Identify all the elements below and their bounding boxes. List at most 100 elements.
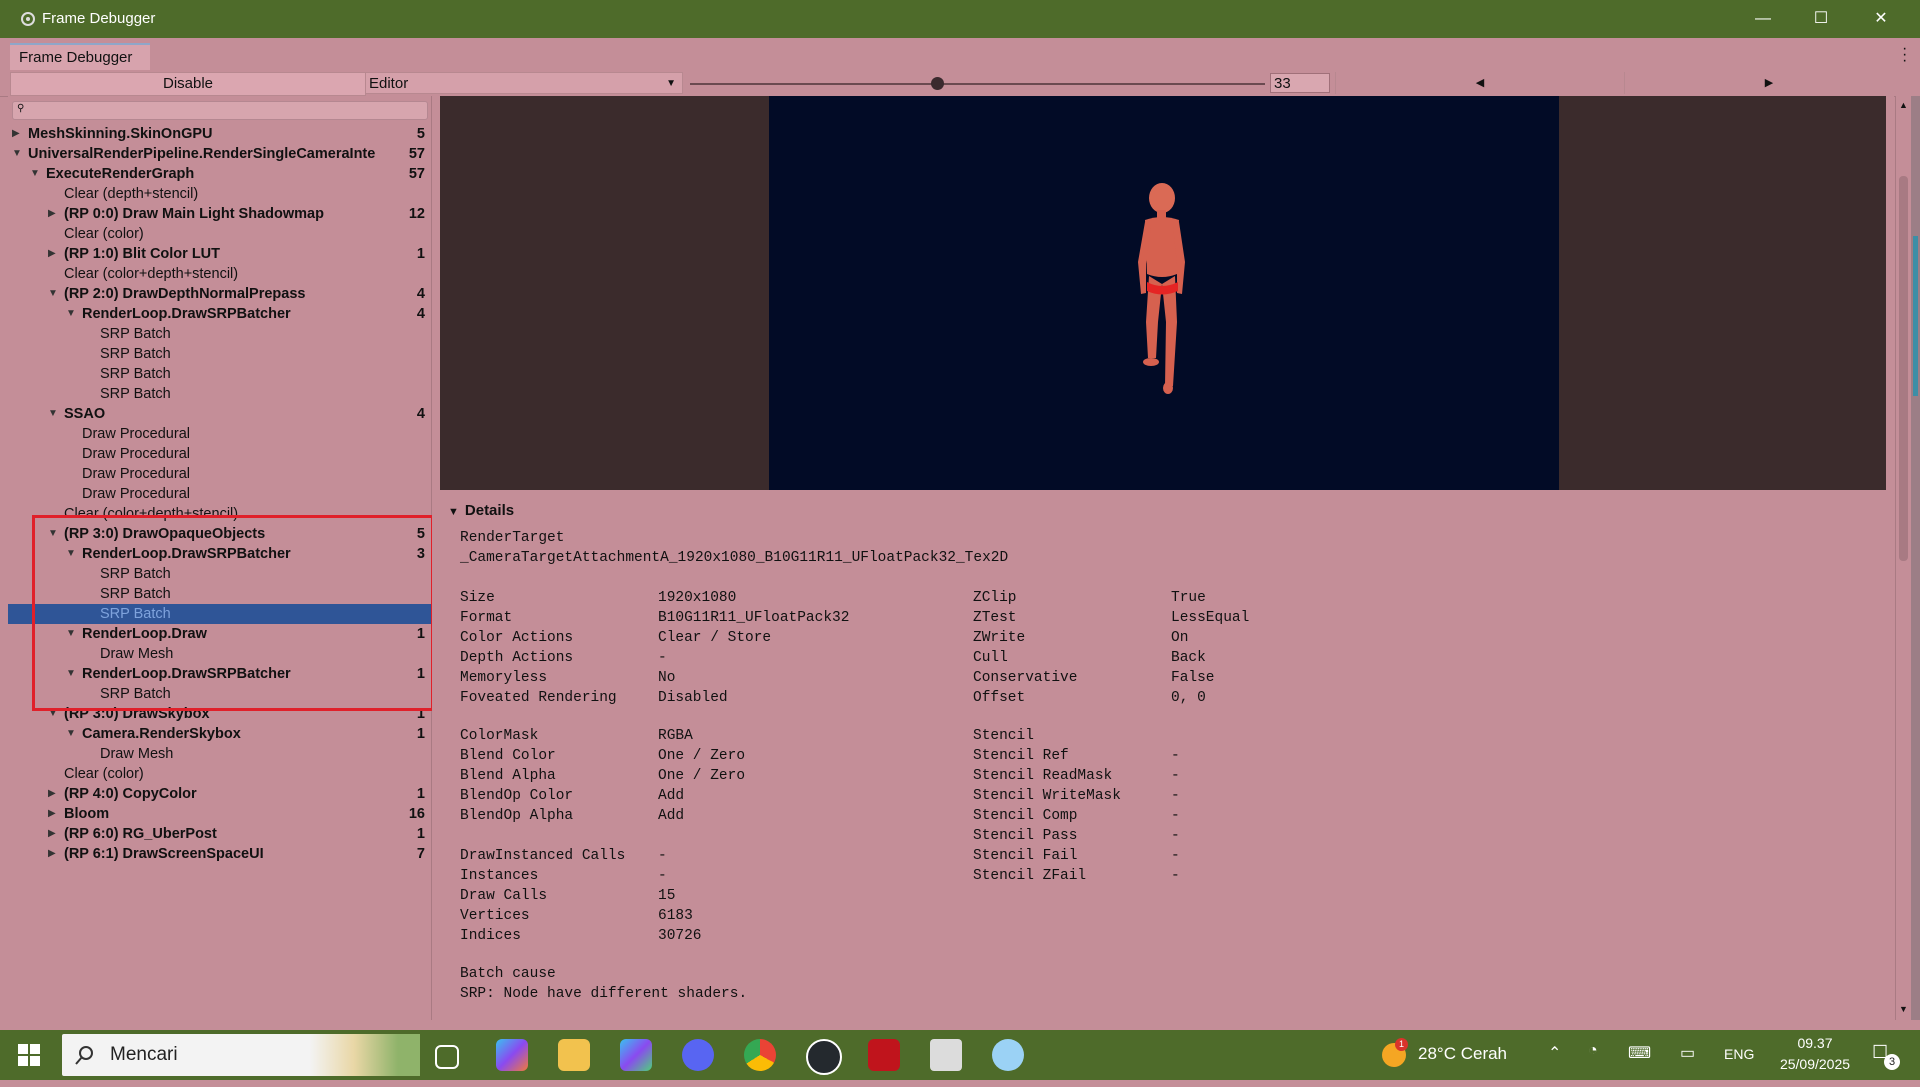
keyboard-icon[interactable]: ⌨ (1628, 1043, 1651, 1063)
property-label: Conservative (973, 670, 1078, 686)
close-button[interactable]: ✕ (1852, 0, 1910, 38)
arrow-right-icon: ▶ (1764, 77, 1774, 89)
game-viewport (769, 96, 1559, 490)
expand-down-icon[interactable]: ▼ (48, 284, 62, 304)
tree-row[interactable]: ▶ MeshSkinning.SkinOnGPU 5 (8, 124, 431, 144)
expand-down-icon[interactable]: ▼ (12, 144, 26, 164)
property-label: Instances (460, 868, 539, 884)
tree-row-label: SRP Batch (100, 366, 171, 382)
tree-row[interactable]: SRP Batch (8, 324, 431, 344)
minimize-button[interactable]: — (1734, 0, 1792, 38)
tree-row[interactable]: ▼ ExecuteRenderGraph 57 (8, 164, 431, 184)
tree-row-count: 12 (408, 206, 425, 222)
weather-text[interactable]: 28°C Cerah (1418, 1044, 1507, 1064)
weather-badge: 1 (1395, 1038, 1408, 1051)
tree-row[interactable]: ▶ (RP 4:0) CopyColor 1 (8, 784, 431, 804)
tree-row[interactable]: Clear (color+depth+stencil) (8, 264, 431, 284)
property-value: True (1171, 590, 1206, 606)
next-event-button[interactable]: ▶ (1624, 72, 1913, 94)
target-dropdown[interactable]: Editor ▼ (365, 72, 683, 94)
maximize-button[interactable]: ☐ (1792, 0, 1850, 38)
tree-row[interactable]: ▶ (RP 6:1) DrawScreenSpaceUI 7 (8, 844, 431, 864)
disable-button[interactable]: Disable (10, 72, 366, 96)
tree-row[interactable]: SRP Batch (8, 384, 431, 404)
scrollbar-thumb[interactable] (1899, 176, 1908, 561)
unity-taskbar-icon[interactable] (930, 1039, 962, 1071)
search-input[interactable]: ⚲ (12, 101, 428, 120)
tree-row[interactable]: ▼ RenderLoop.DrawSRPBatcher 4 (8, 304, 431, 324)
search-highlight-illustration (310, 1034, 420, 1076)
tree-row[interactable]: ▶ (RP 6:0) RG_UberPost 1 (8, 824, 431, 844)
expand-right-icon[interactable]: ▶ (12, 124, 26, 144)
scroll-down-icon[interactable]: ▼ (1899, 1004, 1908, 1014)
tree-row[interactable]: ▼ UniversalRenderPipeline.RenderSingleCam… (8, 144, 431, 164)
tree-row[interactable]: ▼ Camera.RenderSkybox 1 (8, 724, 431, 744)
tree-row-count: 57 (408, 146, 425, 162)
vertical-scrollbar[interactable]: ▲ ▼ (1895, 96, 1912, 1020)
tree-row[interactable]: SRP Batch (8, 364, 431, 384)
taskbar-search[interactable]: Mencari (62, 1034, 420, 1076)
clock-time[interactable]: 09.37 (1770, 1035, 1860, 1051)
property-label: ZClip (973, 590, 1017, 606)
expand-right-icon[interactable]: ▶ (48, 244, 62, 264)
unity-icon (21, 12, 35, 26)
tree-row[interactable]: ▶ (RP 1:0) Blit Color LUT 1 (8, 244, 431, 264)
expand-down-icon[interactable]: ▼ (48, 404, 62, 424)
tree-row-label: Draw Procedural (82, 486, 190, 502)
property-label: Stencil Ref (973, 748, 1069, 764)
tree-row[interactable]: Draw Procedural (8, 444, 431, 464)
frame-number-field[interactable]: 33 (1270, 73, 1330, 93)
property-label: Indices (460, 928, 521, 944)
expand-right-icon[interactable]: ▶ (48, 204, 62, 224)
tree-row[interactable]: Clear (color) (8, 764, 431, 784)
tree-row[interactable]: Clear (color) (8, 224, 431, 244)
expand-down-icon[interactable]: ▼ (66, 724, 80, 744)
property-value: One / Zero (658, 768, 746, 784)
tree-row[interactable]: ▼ SSAO 4 (8, 404, 431, 424)
language-indicator[interactable]: ENG (1724, 1046, 1754, 1062)
chevron-up-icon[interactable]: ⌃ (1548, 1043, 1561, 1063)
wifi-icon[interactable]: ◔ (1588, 1042, 1598, 1060)
tree-row-label: (RP 0:0) Draw Main Light Shadowmap (64, 206, 324, 222)
display-icon[interactable]: ▭ (1680, 1043, 1695, 1063)
frame-slider-thumb[interactable] (931, 77, 945, 90)
tree-row-count: 57 (408, 166, 425, 182)
copilot-icon[interactable] (496, 1039, 528, 1071)
frame-slider-track[interactable] (690, 83, 1265, 85)
arrow-left-icon: ◀ (1475, 77, 1485, 89)
paint-icon[interactable] (992, 1039, 1024, 1071)
tree-row[interactable]: Draw Procedural (8, 484, 431, 504)
tab-frame-debugger[interactable]: Frame Debugger (10, 43, 151, 72)
scroll-up-icon[interactable]: ▲ (1899, 100, 1908, 110)
tree-row[interactable]: Clear (depth+stencil) (8, 184, 431, 204)
start-button[interactable] (0, 1030, 58, 1080)
more-options-icon[interactable]: · · · (1902, 41, 1907, 69)
tree-row[interactable]: ▶ Bloom 16 (8, 804, 431, 824)
expand-down-icon[interactable]: ▼ (66, 304, 80, 324)
expand-right-icon[interactable]: ▶ (48, 844, 62, 864)
expand-down-icon[interactable]: ▼ (30, 164, 44, 184)
previous-event-button[interactable]: ◀ (1335, 72, 1624, 94)
chrome-icon[interactable] (744, 1039, 776, 1071)
file-explorer-icon[interactable] (558, 1039, 590, 1071)
expand-right-icon[interactable]: ▶ (48, 804, 62, 824)
property-value: 0, 0 (1171, 690, 1206, 706)
clock-date[interactable]: 25/09/2025 (1770, 1056, 1860, 1072)
chevron-down-icon: ▼ (666, 78, 676, 89)
tree-row[interactable]: SRP Batch (8, 344, 431, 364)
property-value: - (1171, 868, 1180, 884)
github-desktop-icon[interactable] (806, 1039, 842, 1075)
details-header[interactable]: ▼ Details (448, 502, 514, 519)
expand-right-icon[interactable]: ▶ (48, 784, 62, 804)
expand-right-icon[interactable]: ▶ (48, 824, 62, 844)
microsoft-365-icon[interactable] (620, 1039, 652, 1071)
tree-row[interactable]: Draw Procedural (8, 464, 431, 484)
tree-row-label: UniversalRenderPipeline.RenderSingleCame… (28, 146, 376, 162)
app-red-icon[interactable] (868, 1039, 900, 1071)
tree-row[interactable]: Draw Procedural (8, 424, 431, 444)
tree-row[interactable]: ▼ (RP 2:0) DrawDepthNormalPrepass 4 (8, 284, 431, 304)
tree-row[interactable]: Draw Mesh (8, 744, 431, 764)
discord-icon[interactable] (682, 1039, 714, 1071)
tree-row[interactable]: ▶ (RP 0:0) Draw Main Light Shadowmap 12 (8, 204, 431, 224)
task-view-icon[interactable] (435, 1045, 459, 1069)
